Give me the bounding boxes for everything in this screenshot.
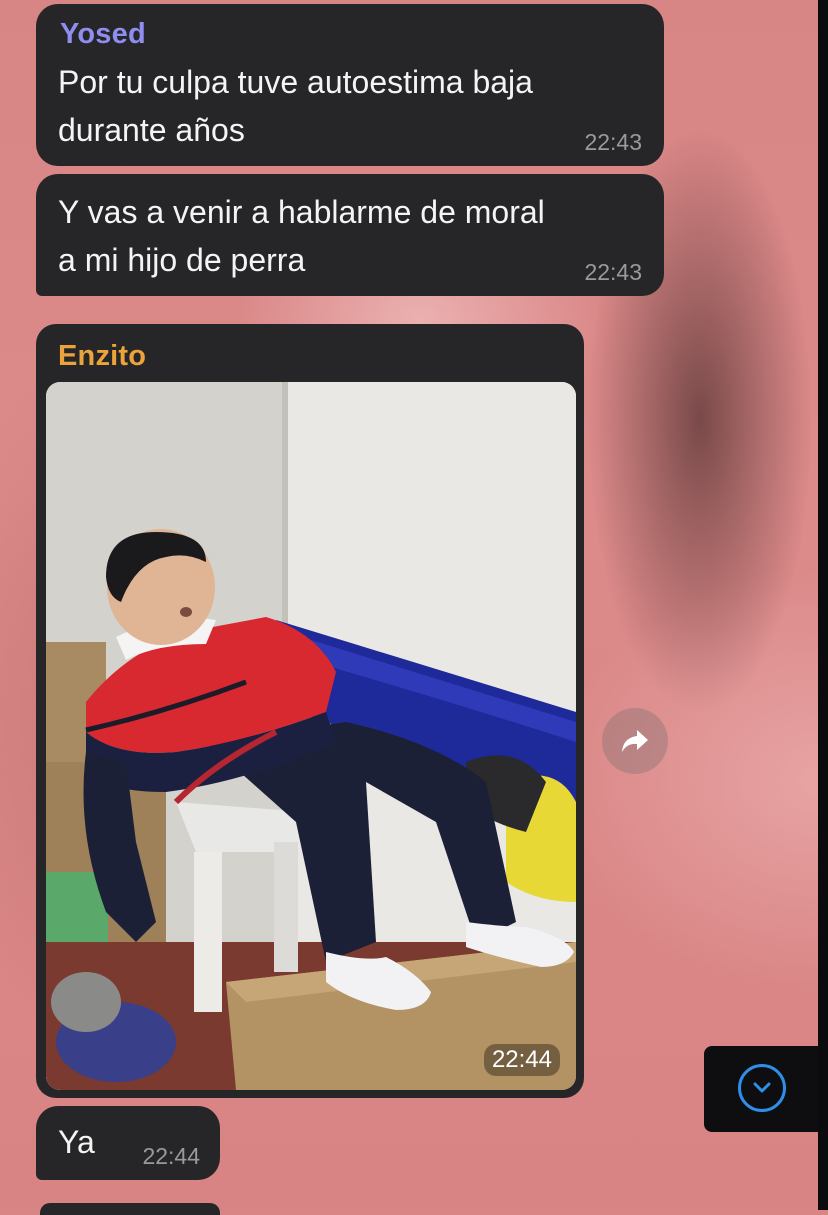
message-bubble-2[interactable]: Y vas a venir a hablarme de moral a mi h… (36, 174, 664, 296)
message-time: 22:44 (142, 1143, 200, 1169)
message-bubble-4[interactable]: Ya 22:44 (36, 1106, 220, 1180)
message-text-line-2: durante años (58, 112, 245, 148)
photo-attachment[interactable]: 22:44 (46, 382, 576, 1090)
scroll-down-button[interactable] (738, 1064, 786, 1112)
forward-button[interactable] (602, 708, 668, 774)
photo-time: 22:44 (483, 1044, 560, 1076)
chevron-down-icon (753, 1082, 771, 1093)
sender-name-yosed[interactable]: Yosed (60, 18, 146, 51)
message-time: 22:43 (584, 259, 642, 285)
sender-name-enzito[interactable]: Enzito (58, 340, 146, 373)
message-text: Ya (58, 1124, 95, 1160)
message-time: 22:43 (584, 129, 642, 155)
next-message-peek (40, 1203, 220, 1215)
message-text-line-1: Y vas a venir a hablarme de moral (58, 194, 545, 230)
message-text-line-2: a mi hijo de perra (58, 242, 306, 278)
message-text-line-1: Por tu culpa tuve autoestima baja (58, 64, 533, 100)
screen-edge (818, 0, 828, 1210)
share-arrow-icon (622, 730, 648, 752)
message-bubble-1[interactable]: Yosed Por tu culpa tuve autoestima baja … (36, 4, 664, 166)
scroll-down-panel (704, 1046, 818, 1132)
